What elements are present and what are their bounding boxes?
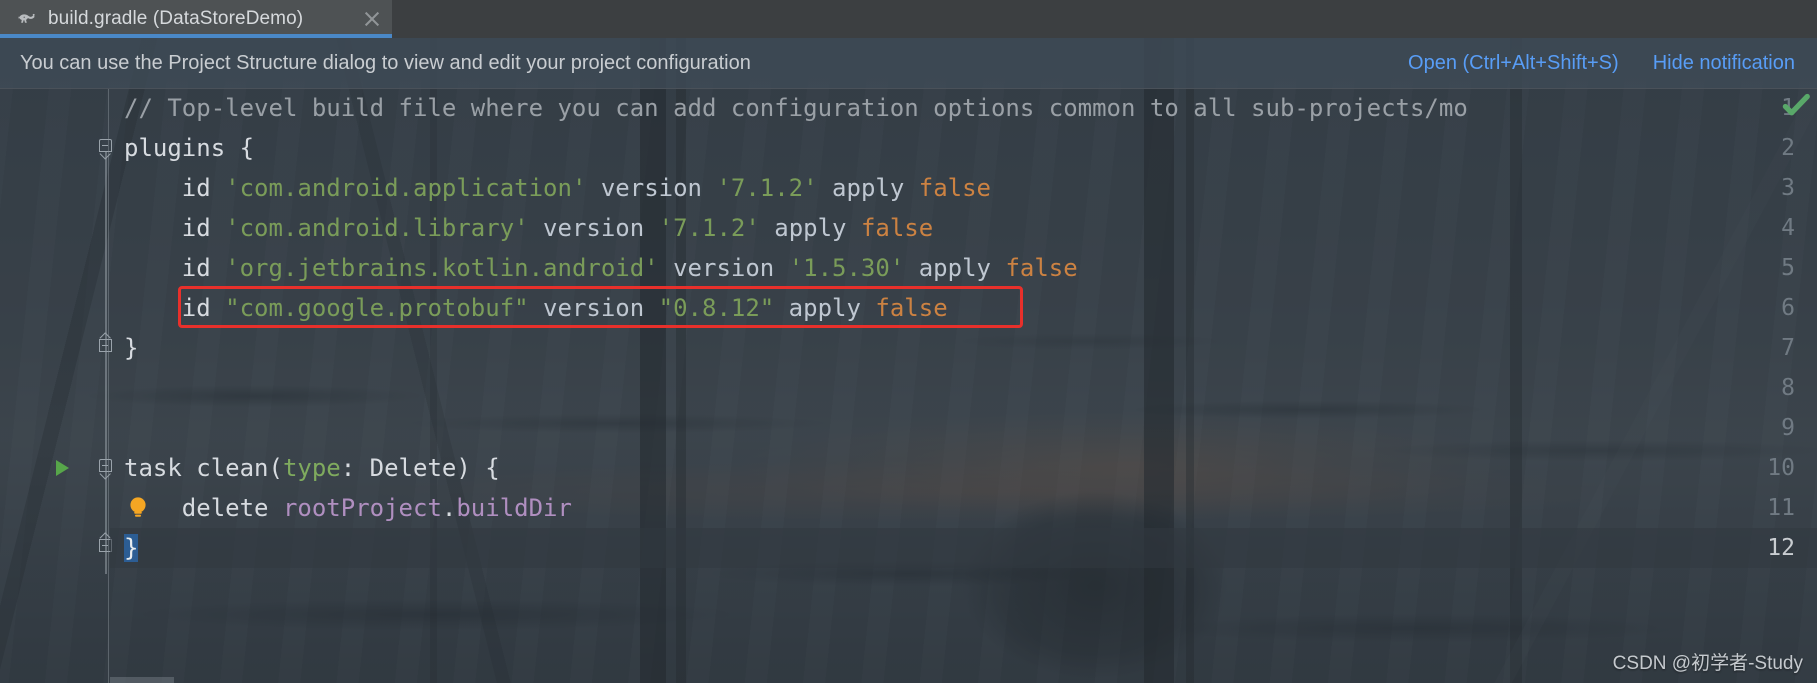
code-row[interactable] xyxy=(110,328,1817,368)
code-line-7[interactable]: } xyxy=(124,328,138,368)
code-token: version xyxy=(586,174,717,202)
code-token: 'org.jetbrains.kotlin.android' xyxy=(225,254,659,282)
line-number-6: 6 xyxy=(1781,295,1795,321)
line-number-5: 5 xyxy=(1781,255,1795,281)
code-token: id xyxy=(124,294,226,322)
code-token: task clean( xyxy=(124,454,283,482)
code-token: '1.5.30' xyxy=(788,254,905,282)
code-token: type xyxy=(282,454,341,482)
gutter-separator xyxy=(108,88,109,683)
code-token: // Top-level build file where you can ad… xyxy=(124,94,1468,122)
code-token: id xyxy=(124,254,226,282)
code-token: false xyxy=(1005,254,1078,282)
code-line-2[interactable]: plugins { xyxy=(124,128,254,168)
code-token: version xyxy=(528,294,659,322)
line-number-7: 7 xyxy=(1781,335,1795,361)
code-token: "0.8.12" xyxy=(658,294,775,322)
notification-message: You can use the Project Structure dialog… xyxy=(20,51,751,74)
code-editor[interactable]: // Top-level build file where you can ad… xyxy=(0,88,1817,683)
gradle-elephant-icon xyxy=(18,13,35,23)
code-line-6[interactable]: id "com.google.protobuf" version "0.8.12… xyxy=(124,288,948,328)
code-line-12[interactable]: } xyxy=(124,528,139,568)
code-line-3[interactable]: id 'com.android.application' version '7.… xyxy=(124,168,991,208)
code-line-11[interactable]: delete rootProject.buildDir xyxy=(124,488,572,528)
code-token: plugins { xyxy=(124,134,255,162)
code-token: false xyxy=(875,294,948,322)
code-token: apply xyxy=(759,214,861,242)
code-line-1[interactable]: // Top-level build file where you can ad… xyxy=(124,88,1468,128)
code-token: id xyxy=(124,214,226,242)
code-token: rootProject xyxy=(282,494,442,522)
code-token: delete xyxy=(124,494,283,522)
line-number-12: 12 xyxy=(1767,535,1795,561)
line-number-4: 4 xyxy=(1781,215,1795,241)
notification-actions: Open (Ctrl+Alt+Shift+S) Hide notificatio… xyxy=(1408,52,1817,75)
editor-tab-label: build.gradle (DataStoreDemo) xyxy=(48,8,304,29)
code-token: apply xyxy=(904,254,1006,282)
watermark: CSDN @初学者-Study xyxy=(1612,653,1803,674)
code-token: id xyxy=(124,174,226,202)
editor-gutter[interactable] xyxy=(0,88,110,683)
line-number-2: 2 xyxy=(1781,135,1795,161)
notification-hide-link[interactable]: Hide notification xyxy=(1653,52,1795,75)
editor-tab-active-underline xyxy=(0,34,392,38)
fold-region-rail xyxy=(105,152,107,574)
line-number-3: 3 xyxy=(1781,175,1795,201)
code-row[interactable] xyxy=(110,128,1817,168)
notification-open-link[interactable]: Open (Ctrl+Alt+Shift+S) xyxy=(1408,52,1619,75)
line-number-11: 11 xyxy=(1767,495,1795,521)
code-row[interactable] xyxy=(110,528,1817,568)
code-token: apply xyxy=(817,174,919,202)
code-token: apply xyxy=(774,294,876,322)
line-number-10: 10 xyxy=(1767,455,1795,481)
code-token: version xyxy=(528,214,659,242)
code-token: . xyxy=(441,494,457,522)
close-icon[interactable] xyxy=(362,9,382,29)
code-token: false xyxy=(860,214,934,242)
line-number-8: 8 xyxy=(1781,375,1795,401)
ide-editor-window: build.gradle (DataStoreDemo) You can use… xyxy=(0,0,1817,683)
green-check-icon[interactable] xyxy=(1781,90,1811,120)
code-token: "com.google.protobuf" xyxy=(225,294,529,322)
code-token: 'com.android.library' xyxy=(225,214,529,242)
code-token: version xyxy=(658,254,789,282)
horizontal-scrollbar[interactable] xyxy=(110,677,174,683)
line-number-9: 9 xyxy=(1781,415,1795,441)
code-token: : Delete) { xyxy=(340,454,500,482)
code-line-5[interactable]: id 'org.jetbrains.kotlin.android' versio… xyxy=(124,248,1078,288)
code-token: false xyxy=(918,174,991,202)
code-token: '7.1.2' xyxy=(716,174,818,202)
code-token: buildDir xyxy=(456,494,572,522)
code-token: '7.1.2' xyxy=(658,214,760,242)
code-line-4[interactable]: id 'com.android.library' version '7.1.2'… xyxy=(124,208,933,248)
code-token: } xyxy=(124,534,139,562)
code-row[interactable] xyxy=(110,368,1817,408)
code-token: 'com.android.application' xyxy=(225,174,587,202)
notification-banner: You can use the Project Structure dialog… xyxy=(0,38,1817,89)
code-row[interactable] xyxy=(110,408,1817,448)
code-token: } xyxy=(124,334,139,362)
code-line-10[interactable]: task clean(type: Delete) { xyxy=(124,448,500,488)
code-lines[interactable]: // Top-level build file where you can ad… xyxy=(110,88,1817,683)
editor-tab-build-gradle[interactable]: build.gradle (DataStoreDemo) xyxy=(0,0,392,38)
editor-tab-bar: build.gradle (DataStoreDemo) xyxy=(0,0,1817,38)
